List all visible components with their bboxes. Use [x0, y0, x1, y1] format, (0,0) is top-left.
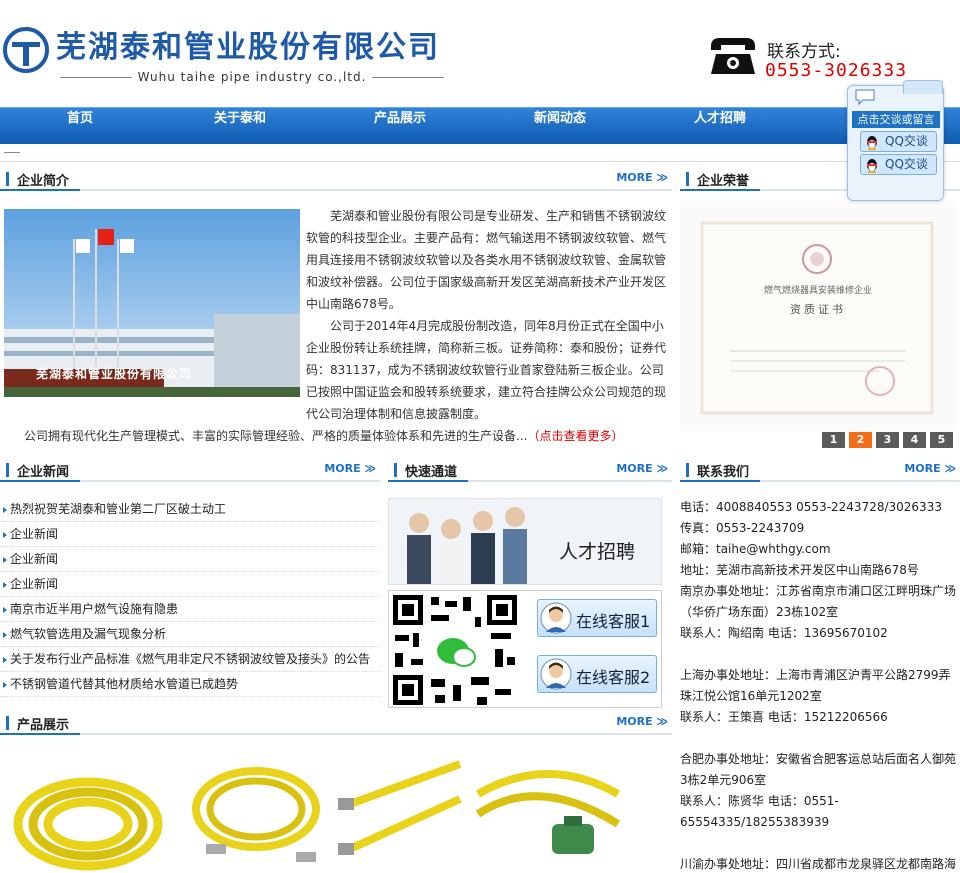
company-en-text: Wuhu taihe pipe industry co.,ltd.	[137, 70, 367, 84]
company-photo: 芜湖泰和管业股份有限公司	[4, 209, 300, 397]
contact-more-link[interactable]: MORE ≫	[904, 462, 956, 475]
careers-banner-caption: 人才招聘	[559, 541, 636, 563]
intro-read-more-link[interactable]: （点击查看更多）	[527, 429, 623, 443]
service-2-label: 在线客服2	[576, 668, 651, 687]
company-name: 芜湖泰和管业股份有限公司	[56, 30, 440, 65]
telephone-icon	[711, 38, 755, 74]
product-thumbnail[interactable]	[176, 754, 344, 873]
honor-certificate-image: 燃气燃烧器具安装维修企业 资质证书	[680, 201, 956, 431]
qq-penguin-icon	[867, 159, 877, 173]
product-thumbnail[interactable]	[4, 754, 172, 873]
contact-line: 联系人：陶绍南 电话：13695670102	[680, 626, 888, 640]
qq-chat-button[interactable]: QQ交谈	[860, 131, 937, 152]
service-1-label: 在线客服1	[576, 612, 651, 631]
nav-careers[interactable]: 人才招聘	[670, 108, 770, 145]
photo-sign: 芜湖泰和管业股份有限公司	[36, 367, 193, 381]
qq-float-panel: 点击交谈或留言 QQ交谈 QQ交谈	[847, 80, 944, 201]
contact-info: 电话：4008840553 0553-2243728/3026333 传真：05…	[680, 497, 960, 873]
company-english-name: Wuhu taihe pipe industry co.,ltd.	[60, 68, 445, 86]
product-thumbnail[interactable]	[468, 754, 644, 873]
qq-penguin-icon	[867, 136, 877, 150]
news-item[interactable]: 热烈祝贺芜湖泰和管业第二厂区破土动工	[0, 497, 380, 522]
products-gallery	[0, 750, 672, 873]
news-list: 热烈祝贺芜湖泰和管业第二厂区破土动工 企业新闻 企业新闻 企业新闻 南京市近半用…	[0, 497, 380, 697]
section-title: 快速通道	[405, 465, 458, 480]
contact-line: 上海办事处地址：上海市青浦区沪青平公路2799弄珠江悦公馆16单元1202室	[680, 668, 951, 703]
section-title: 企业新闻	[17, 465, 70, 480]
careers-banner[interactable]: 人才招聘	[388, 498, 662, 585]
contact-line: 合肥办事处地址：安徽省合肥客运总站后面名人御苑3栋2单元906室	[680, 752, 957, 787]
news-item[interactable]: 企业新闻	[0, 547, 380, 572]
chat-bubble-icon	[855, 89, 875, 106]
honor-page-1[interactable]: 1	[822, 432, 845, 448]
contact-label: 联系方式:	[767, 42, 841, 62]
section-title: 产品展示	[17, 718, 70, 733]
qr-code-icon	[391, 593, 519, 707]
news-item[interactable]: 企业新闻	[0, 522, 380, 547]
contact-line: 南京办事处地址：江苏省南京市浦口区江畔明珠广场（华侨广场东面）23栋102室	[680, 584, 957, 619]
company-logo-icon	[3, 27, 49, 73]
products-section-header: 产品展示 MORE ≫	[0, 710, 672, 735]
online-service-2-button[interactable]: 在线客服2	[537, 655, 657, 693]
quick-more-link[interactable]: MORE ≫	[616, 462, 668, 475]
quick-section-header: 快速通道 MORE ≫	[388, 457, 672, 482]
certificate-title: 资质证书	[790, 303, 846, 316]
nav-news[interactable]: 新闻动态	[510, 108, 610, 145]
qq-chat-label: QQ交谈	[885, 134, 928, 148]
contact-line: 联系人：王策喜 电话：15212206566	[680, 710, 888, 724]
service-avatar-icon	[540, 658, 572, 690]
honor-page-3[interactable]: 3	[876, 432, 899, 448]
contact-line: 地址：芜湖市高新技术开发区中山南路678号	[680, 563, 919, 577]
intro-paragraph-3: 公司拥有现代化生产管理模式、丰富的实际管理经验、严格的质量体验体系和先进的生产设…	[24, 429, 624, 443]
qq-message-button[interactable]: 点击交谈或留言	[852, 111, 940, 128]
contact-line: 电话：4008840553 0553-2243728/3026333	[680, 500, 942, 514]
qq-chat-button[interactable]: QQ交谈	[860, 154, 937, 175]
honor-page-5[interactable]: 5	[930, 432, 953, 448]
honor-page-4[interactable]: 4	[903, 432, 926, 448]
news-item[interactable]: 南京市近半用户燃气设施有隐患	[0, 597, 380, 622]
section-title: 联系我们	[697, 465, 750, 480]
intro-section-header: 企业简介 MORE ≫	[0, 166, 672, 191]
qq-panel-tab[interactable]	[903, 80, 943, 94]
news-more-link[interactable]: MORE ≫	[324, 462, 376, 475]
nav-subbar	[0, 144, 960, 162]
nav-products[interactable]: 产品展示	[350, 108, 450, 145]
qq-chat-label: QQ交谈	[885, 157, 928, 171]
online-service-1-button[interactable]: 在线客服1	[537, 599, 657, 637]
nav-about[interactable]: 关于泰和	[190, 108, 290, 145]
news-item[interactable]: 关于发布行业产品标准《燃气用非定尺不锈钢波纹管及接头》的公告	[0, 647, 380, 672]
product-thumbnail[interactable]	[320, 754, 468, 873]
service-avatar-icon	[540, 602, 572, 634]
certificate-heading: 燃气燃烧器具安装维修企业	[763, 286, 872, 296]
news-item[interactable]: 燃气软管选用及漏气现象分析	[0, 622, 380, 647]
nav-home[interactable]: 首页	[30, 108, 130, 145]
main-nav: 首页 关于泰和 产品展示 新闻动态 人才招聘	[0, 107, 960, 144]
news-item[interactable]: 不锈钢管道代替其他材质给水管道已成趋势	[0, 672, 380, 697]
section-title: 企业荣誉	[697, 174, 750, 189]
contact-line: 联系人：陈贤华 电话：0551-65554335/18255383939	[680, 794, 839, 829]
contact-section-header: 联系我们 MORE ≫	[680, 457, 960, 482]
news-item[interactable]: 企业新闻	[0, 572, 380, 597]
honor-page-2[interactable]: 2	[849, 432, 872, 448]
intro-more-link[interactable]: MORE ≫	[616, 171, 668, 184]
section-title: 企业简介	[17, 174, 70, 189]
contact-line: 传真：0553-2243709	[680, 521, 805, 535]
site-header: 芜湖泰和管业股份有限公司 Wuhu taihe pipe industry co…	[0, 0, 960, 107]
news-section-header: 企业新闻 MORE ≫	[0, 457, 380, 482]
quick-service-panel: 在线客服1 在线客服2	[388, 590, 662, 708]
contact-line: 川渝办事处地址：四川省成都市龙泉驿区龙都南路海	[680, 857, 957, 871]
contact-line: 邮箱：taihe@whthgy.com	[680, 542, 831, 556]
contact-phone: 0553-3026333	[765, 60, 908, 81]
products-more-link[interactable]: MORE ≫	[616, 715, 668, 728]
